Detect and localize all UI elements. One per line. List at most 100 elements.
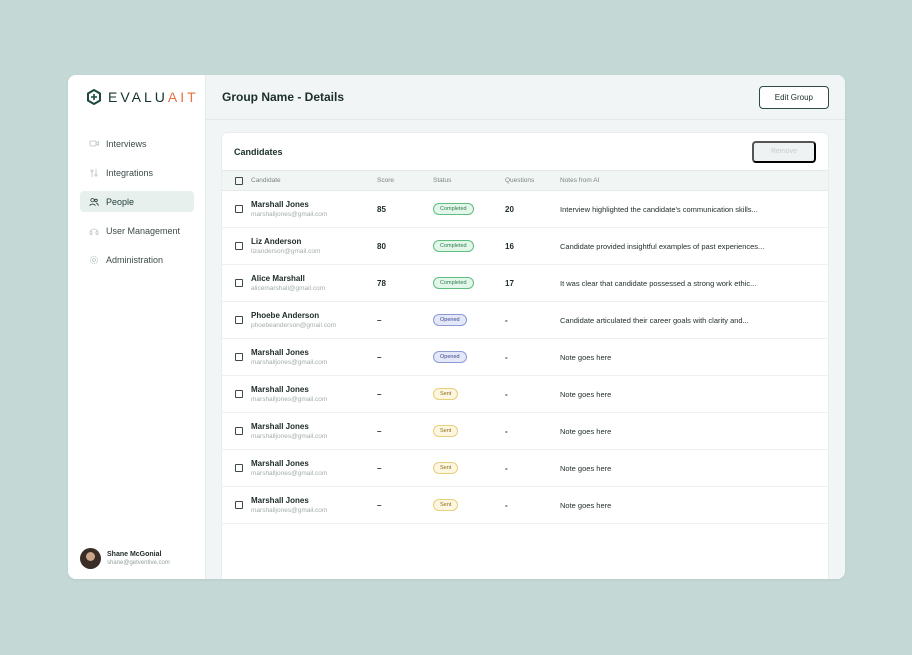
brand-name: EVALUAIT (108, 89, 199, 105)
row-checkbox[interactable] (235, 242, 243, 250)
candidate-cell: Marshall Jones marshalljones@gmail.com (251, 191, 377, 228)
status-cell: Sent (433, 413, 505, 450)
table-row[interactable]: Liz Anderson lizanderson@gmail.com 80 Co… (222, 228, 828, 265)
sidebar-item-interviews[interactable]: Interviews (80, 133, 194, 154)
notes-cell: Candidate articulated their career goals… (560, 302, 828, 339)
questions-cell: - (505, 450, 560, 487)
main-content: Group Name - Details Edit Group Candidat… (206, 75, 845, 579)
edit-group-button[interactable]: Edit Group (758, 85, 829, 109)
candidate-name[interactable]: Marshall Jones (251, 496, 377, 505)
brand-logo[interactable]: EVALUAIT (86, 87, 199, 107)
select-all-cell[interactable] (222, 171, 251, 191)
questions-cell: 17 (505, 265, 560, 302)
ai-note: Note goes here (560, 500, 612, 510)
row-checkbox[interactable] (235, 427, 243, 435)
row-select-cell[interactable] (222, 302, 251, 339)
questions-value: - (505, 426, 508, 436)
row-select-cell[interactable] (222, 376, 251, 413)
score-cell: – (377, 302, 433, 339)
candidate-name[interactable]: Marshall Jones (251, 385, 377, 394)
column-header-questions[interactable]: Questions (505, 171, 560, 191)
candidate-cell: Alice Marshall alicemarshall@gmail.com (251, 265, 377, 302)
row-checkbox[interactable] (235, 501, 243, 509)
status-badge: Sent (433, 499, 459, 511)
column-header-candidate[interactable]: Candidate (251, 171, 377, 191)
score-cell: 85 (377, 191, 433, 228)
row-select-cell[interactable] (222, 487, 251, 524)
candidate-name[interactable]: Marshall Jones (251, 422, 377, 431)
status-cell: Completed (433, 265, 505, 302)
row-select-cell[interactable] (222, 265, 251, 302)
row-select-cell[interactable] (222, 450, 251, 487)
questions-cell: - (505, 487, 560, 524)
candidates-table: Candidate Score Status Questions Notes f… (222, 170, 828, 524)
table-row[interactable]: Marshall Jones marshalljones@gmail.com –… (222, 339, 828, 376)
questions-value: 17 (505, 278, 514, 288)
score-cell: 80 (377, 228, 433, 265)
table-row[interactable]: Marshall Jones marshalljones@gmail.com –… (222, 450, 828, 487)
row-checkbox[interactable] (235, 205, 243, 213)
candidate-email: alicemarshall@gmail.com (251, 285, 326, 292)
sidebar-item-label: Interviews (106, 138, 147, 149)
table-row[interactable]: Marshall Jones marshalljones@gmail.com 8… (222, 191, 828, 228)
notes-cell: It was clear that candidate possessed a … (560, 265, 828, 302)
candidate-email: marshalljones@gmail.com (251, 359, 328, 366)
sidebar-item-user-management[interactable]: User Management (80, 220, 194, 241)
ai-note: Note goes here (560, 426, 612, 436)
candidate-name[interactable]: Marshall Jones (251, 348, 377, 357)
questions-cell: 16 (505, 228, 560, 265)
status-cell: Sent (433, 450, 505, 487)
candidate-name[interactable]: Phoebe Anderson (251, 311, 377, 320)
status-cell: Completed (433, 228, 505, 265)
avatar (80, 548, 101, 569)
row-checkbox[interactable] (235, 464, 243, 472)
questions-cell: - (505, 339, 560, 376)
sidebar-item-administration[interactable]: Administration (80, 249, 194, 270)
candidate-name[interactable]: Marshall Jones (251, 459, 377, 468)
table-row[interactable]: Marshall Jones marshalljones@gmail.com –… (222, 376, 828, 413)
candidate-name[interactable]: Marshall Jones (251, 200, 377, 209)
sidebar-item-integrations[interactable]: Integrations (80, 162, 194, 183)
row-checkbox[interactable] (235, 279, 243, 287)
score-cell: 78 (377, 265, 433, 302)
score-value: – (377, 389, 382, 399)
select-all-checkbox[interactable] (235, 176, 243, 185)
table-header-row: Candidate Score Status Questions Notes f… (222, 170, 828, 191)
score-value: 85 (377, 204, 386, 214)
row-checkbox[interactable] (235, 316, 243, 324)
user-email: shane@getventive.com (107, 560, 170, 566)
table-row[interactable]: Marshall Jones marshalljones@gmail.com –… (222, 487, 828, 524)
table-row[interactable]: Alice Marshall alicemarshall@gmail.com 7… (222, 265, 828, 302)
row-select-cell[interactable] (222, 191, 251, 228)
user-management-icon (89, 228, 99, 235)
table-row[interactable]: Phoebe Anderson phoebeanderson@gmail.com… (222, 302, 828, 339)
status-cell: Opened (433, 302, 505, 339)
row-select-cell[interactable] (222, 413, 251, 450)
candidate-name[interactable]: Alice Marshall (251, 274, 377, 283)
column-header-notes[interactable]: Notes from AI (560, 171, 828, 191)
status-cell: Sent (433, 487, 505, 524)
row-checkbox[interactable] (235, 353, 243, 361)
candidate-name[interactable]: Liz Anderson (251, 237, 377, 246)
column-header-status[interactable]: Status (433, 171, 505, 191)
candidate-email: marshalljones@gmail.com (251, 211, 328, 218)
row-select-cell[interactable] (222, 228, 251, 265)
user-profile[interactable]: Shane McGonial shane@getventive.com (80, 548, 170, 569)
candidate-cell: Marshall Jones marshalljones@gmail.com (251, 413, 377, 450)
score-cell: – (377, 339, 433, 376)
questions-value: 16 (505, 241, 514, 251)
column-header-score[interactable]: Score (377, 171, 433, 191)
ai-note: Note goes here (560, 389, 612, 399)
remove-button[interactable]: Remove (752, 140, 816, 163)
row-checkbox[interactable] (235, 390, 243, 398)
sidebar-item-people[interactable]: People (80, 191, 194, 212)
status-cell: Opened (433, 339, 505, 376)
row-select-cell[interactable] (222, 339, 251, 376)
settings-icon (90, 255, 98, 264)
status-badge: Opened (433, 314, 467, 326)
sidebar-item-label: Integrations (106, 167, 154, 178)
ai-note: Interview highlighted the candidate's co… (560, 204, 758, 214)
table-row[interactable]: Marshall Jones marshalljones@gmail.com –… (222, 413, 828, 450)
sidebar: EVALUAIT Interviews Integrations People … (68, 75, 206, 579)
status-badge: Sent (433, 425, 459, 437)
